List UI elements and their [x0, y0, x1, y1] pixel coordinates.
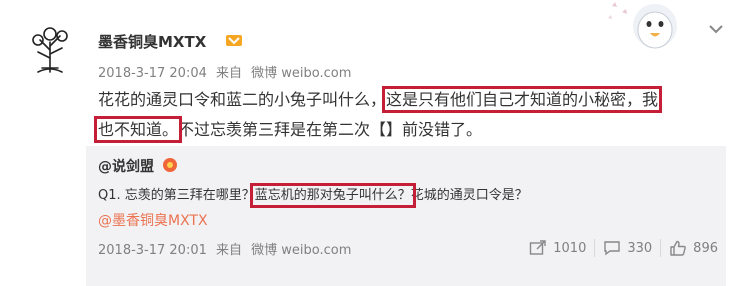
post-content: 花花的通灵口令和蓝二的小兔子叫什么，这是只有他们自己才知道的小秘密，我 也不知道… [93, 85, 718, 145]
retweet-highlight-box: 蓝忘机的那对兔子叫什么？ [249, 183, 416, 208]
repost-count: 1010 [553, 240, 587, 256]
vip-badge-icon[interactable] [162, 157, 178, 173]
comment-icon [604, 241, 621, 256]
post-meta: 2018-3-17 20:04 来自 微博 weibo.com [98, 62, 356, 81]
like-icon [670, 240, 686, 256]
retweet-text-part2: 花城的通灵口令是？ [410, 188, 528, 203]
retweet-author[interactable]: @说剑盟 [98, 156, 154, 176]
post-from-label: 来自 [216, 66, 243, 81]
vip-badge-icon[interactable] [225, 31, 243, 49]
tree-avatar-icon[interactable] [24, 20, 76, 76]
weibo-post-card: 墨香铜臭MXTX 2018-3-17 20:04 来自 微博 weibo.com… [0, 0, 740, 286]
repost-icon [530, 240, 546, 255]
retweet-box: @说剑盟 Q1. 忘羡的第三拜在哪里？蓝忘机的那对兔子叫什么？花城的通灵口令是？… [86, 146, 726, 286]
retweet-from-label: 来自 [216, 243, 243, 258]
post-source[interactable]: 微博 weibo.com [251, 66, 351, 81]
post-text-part1: 花花的通灵口令和蓝二的小兔子叫什么， [98, 90, 387, 109]
highlight-box-1: 这是只有他们自己才知道的小秘密，我 [382, 86, 663, 113]
retweet-date[interactable]: 2018-3-17 20:01 [98, 243, 207, 258]
chevron-down-icon[interactable] [708, 22, 724, 36]
post-date[interactable]: 2018-3-17 20:04 [98, 66, 207, 81]
retweet-mention[interactable]: @墨香铜臭MXTX [98, 210, 208, 230]
author-name[interactable]: 墨香铜臭MXTX [98, 31, 206, 52]
highlight-box-2: 也不知道。 [93, 116, 183, 143]
post-text-part2: 不过忘羡第三拜是在第二次【】前没错了。 [178, 120, 483, 139]
like-button[interactable]: 896 [661, 238, 726, 258]
retweet-meta: 2018-3-17 20:01 来自 微博 weibo.com [98, 239, 356, 258]
retweet-text-part1: Q1. 忘羡的第三拜在哪里？ [98, 188, 255, 203]
comment-count: 330 [627, 240, 653, 256]
repost-button[interactable]: 1010 [521, 238, 594, 258]
retweet-text: Q1. 忘羡的第三拜在哪里？蓝忘机的那对兔子叫什么？花城的通灵口令是？ [98, 183, 528, 208]
comment-button[interactable]: 330 [595, 238, 660, 258]
retweet-source[interactable]: 微博 weibo.com [251, 243, 351, 258]
bird-decoration-icon [608, 2, 677, 49]
retweet-actions: 1010 330 896 [521, 234, 726, 262]
like-count: 896 [693, 240, 718, 256]
